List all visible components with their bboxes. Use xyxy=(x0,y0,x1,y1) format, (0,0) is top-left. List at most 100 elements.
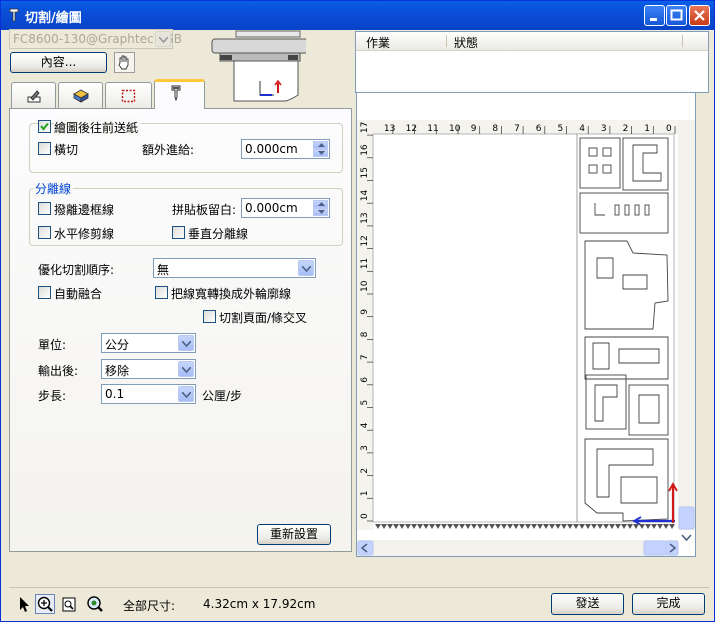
zoom-fit-tool-button[interactable] xyxy=(85,594,105,614)
horizontal-weed-checkbox[interactable] xyxy=(38,226,51,239)
step-select-arrow[interactable] xyxy=(178,386,194,402)
left-ruler-label: 13 xyxy=(360,212,370,223)
title-bar[interactable]: 切割/繪圖 xyxy=(1,1,714,30)
after-output-select-value: 移除 xyxy=(105,364,130,378)
outline-checkbox[interactable] xyxy=(155,286,168,299)
feed-edge-tooth xyxy=(597,524,603,529)
registration-marks-icon xyxy=(121,89,136,103)
horizontal-weed-label: 水平修剪線 xyxy=(54,227,115,241)
reset-button-label: 重新設置 xyxy=(269,527,318,541)
feed-edge-tooth xyxy=(585,524,591,529)
column-header-status[interactable]: 狀態 xyxy=(454,34,478,51)
tab-marks[interactable] xyxy=(105,82,152,108)
feed-edge-tooth xyxy=(447,524,453,529)
zoom-fit-icon xyxy=(87,596,103,612)
units-select-value: 公分 xyxy=(105,338,130,352)
tile-margin-label: 拼貼板留白: xyxy=(172,203,237,217)
tile-margin-spinner[interactable]: 0.000cm xyxy=(241,198,330,218)
feed-edge-tooth xyxy=(573,524,579,529)
feed-edge-tooth xyxy=(501,524,507,529)
device-select[interactable]: FC8600-130@Graphtec USB xyxy=(9,29,182,49)
properties-button-label: 內容... xyxy=(40,55,77,69)
chevron-down-icon xyxy=(302,266,311,272)
status-divider xyxy=(9,587,709,588)
preview-canvas: 13 12 11 10 9 8 7 6 5 4 3 2 1 0 171615141312111098765… xyxy=(357,120,695,556)
vertical-scrollbar-track[interactable] xyxy=(678,120,695,530)
units-select-arrow[interactable] xyxy=(178,335,194,351)
extra-feed-label: 額外進給: xyxy=(142,143,195,157)
left-ruler-label: 12 xyxy=(360,235,370,246)
top-ruler-label: 2 xyxy=(623,124,629,134)
top-ruler-label: 8 xyxy=(492,124,498,134)
column-header-job[interactable]: 作業 xyxy=(366,34,390,51)
cut-preview[interactable]: 13 12 11 10 9 8 7 6 5 4 3 2 1 0 17 16 15 14 13 12 11 10 9 8 7 6 5… xyxy=(356,92,696,557)
tab-options[interactable] xyxy=(154,79,205,110)
select-tool-button[interactable] xyxy=(14,594,34,614)
scroll-down-icon[interactable] xyxy=(681,534,692,542)
optimize-select-arrow[interactable] xyxy=(298,260,314,276)
weed-border-checkbox[interactable] xyxy=(38,202,51,215)
after-output-select-arrow[interactable] xyxy=(178,361,194,377)
send-button[interactable]: 發送 xyxy=(551,593,624,615)
top-ruler-label: 9 xyxy=(471,124,477,134)
feed-edge-marks xyxy=(375,524,675,529)
auto-weld-checkbox[interactable] xyxy=(38,286,51,299)
feed-edge-tooth xyxy=(441,524,447,529)
units-select[interactable]: 公分 xyxy=(101,333,196,353)
left-ruler-label: 2 xyxy=(360,468,370,474)
feed-edge-tooth xyxy=(531,524,537,529)
extra-feed-spinner[interactable]: 0.000cm xyxy=(241,139,330,159)
chevron-down-icon xyxy=(182,367,191,373)
left-ruler-label: 9 xyxy=(360,309,370,315)
feed-edge-tooth xyxy=(579,524,585,529)
chevron-down-icon xyxy=(159,37,168,43)
zoom-page-tool-button[interactable] xyxy=(59,594,79,614)
left-ruler-label: 17 xyxy=(360,122,370,133)
feed-edge-tooth xyxy=(471,524,477,529)
after-output-select[interactable]: 移除 xyxy=(101,359,196,379)
cut-plot-dialog: 切割/繪圖 FC8600-130@Graphtec USB 內容... 作業 狀… xyxy=(0,0,715,622)
left-ruler-label: 16 xyxy=(360,144,370,156)
tile-margin-down[interactable] xyxy=(313,208,328,216)
step-select[interactable]: 0.1 xyxy=(101,384,196,404)
send-button-label: 發送 xyxy=(575,596,600,610)
properties-button[interactable]: 內容... xyxy=(10,52,107,73)
zoom-in-tool-button[interactable] xyxy=(35,594,55,614)
reset-button[interactable]: 重新設置 xyxy=(257,524,331,545)
tab-layout[interactable] xyxy=(11,82,56,108)
arrow-pointer-icon xyxy=(20,597,29,612)
cut-page-border-checkbox[interactable] xyxy=(203,310,216,323)
top-ruler-label: 0 xyxy=(666,124,672,134)
extra-feed-up[interactable] xyxy=(313,141,328,149)
feed-edge-tooth xyxy=(591,524,597,529)
job-list[interactable]: 作業 狀態 xyxy=(355,31,709,93)
outline-label: 把線寬轉換成外輪廓線 xyxy=(171,287,292,301)
done-button[interactable]: 完成 xyxy=(632,593,705,615)
tile-margin-up[interactable] xyxy=(313,200,328,208)
cross-cut-checkbox[interactable] xyxy=(38,142,51,155)
cross-cut-label: 橫切 xyxy=(54,143,79,157)
device-select-arrow[interactable] xyxy=(155,31,171,47)
hand-tool-button[interactable] xyxy=(114,52,135,73)
feed-edge-tooth xyxy=(507,524,513,529)
chevron-down-icon xyxy=(318,210,325,214)
feed-edge-tooth xyxy=(423,524,429,529)
scroll-left-button[interactable] xyxy=(357,540,374,556)
extra-feed-down[interactable] xyxy=(313,149,328,157)
vertical-weed-checkbox[interactable] xyxy=(172,226,185,239)
tab-material[interactable] xyxy=(58,82,103,108)
feed-edge-tooth xyxy=(651,524,657,529)
horizontal-scrollbar-track[interactable] xyxy=(357,540,678,556)
close-button[interactable] xyxy=(689,5,710,26)
feed-edge-tooth xyxy=(549,524,555,529)
minimize-icon xyxy=(650,18,657,21)
horizontal-scrollbar-thumb[interactable] xyxy=(643,540,667,556)
optimize-label: 優化切割順序: xyxy=(38,263,115,277)
advance-after-checkbox[interactable] xyxy=(38,120,51,133)
tab-content xyxy=(9,108,352,552)
optimize-select[interactable]: 無 xyxy=(153,258,316,278)
vertical-scrollbar-thumb[interactable] xyxy=(678,506,695,530)
maximize-button[interactable] xyxy=(666,5,687,26)
feed-edge-tooth xyxy=(459,524,465,529)
minimize-button[interactable] xyxy=(644,5,665,26)
